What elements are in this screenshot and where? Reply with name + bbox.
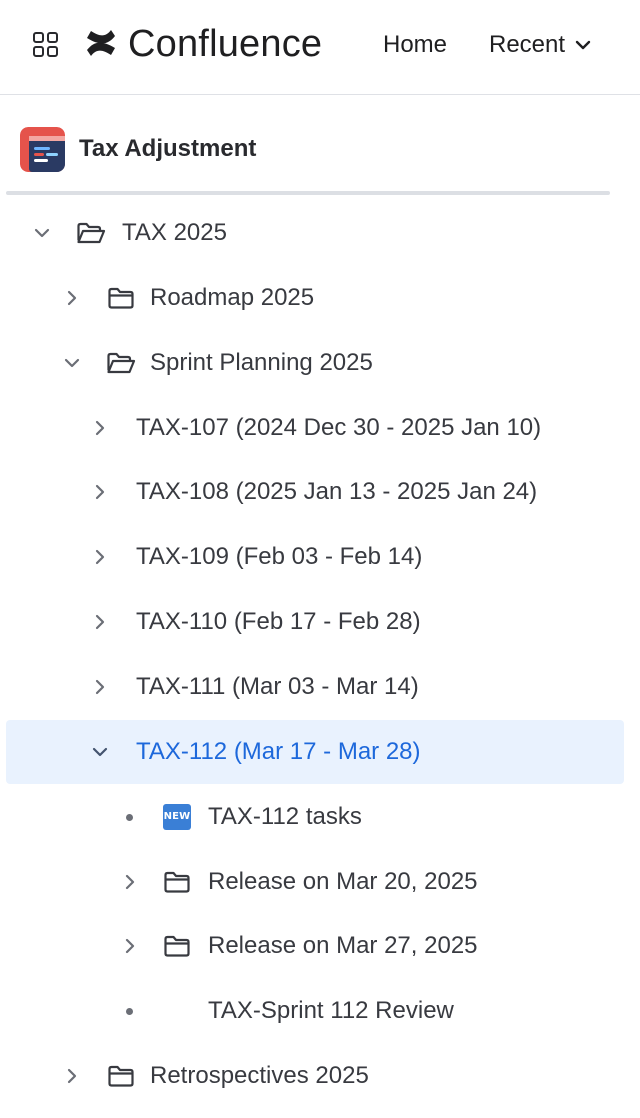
- folder-icon: [106, 284, 136, 312]
- tree-item-label: Release on Mar 20, 2025: [208, 867, 478, 895]
- tree-item[interactable]: NEW TAX-112 tasks: [6, 785, 624, 849]
- brand-name[interactable]: Confluence: [128, 22, 322, 66]
- tree-item-label: TAX 2025: [122, 219, 227, 246]
- chevron-right-icon[interactable]: [120, 936, 140, 956]
- chevron-down-icon: [575, 40, 591, 50]
- chevron-right-icon[interactable]: [90, 677, 110, 697]
- tree-item-label: TAX-Sprint 112 Review: [208, 997, 454, 1025]
- tree-item[interactable]: TAX 2025: [6, 201, 624, 265]
- tree-item-label: Sprint Planning 2025: [150, 348, 373, 376]
- folder-icon: [106, 1062, 136, 1090]
- chevron-down-icon[interactable]: [62, 353, 82, 373]
- tree-item[interactable]: Release on Mar 20, 2025: [6, 850, 624, 914]
- tree-item-label: TAX-112 (Mar 17 - Mar 28): [136, 737, 421, 765]
- space-title: Tax Adjustment: [79, 135, 257, 162]
- chevron-right-icon[interactable]: [62, 1066, 82, 1086]
- section-divider: [6, 191, 610, 195]
- bullet-icon: [126, 813, 133, 821]
- chevron-down-icon[interactable]: [32, 223, 52, 243]
- app-switcher-icon[interactable]: [33, 32, 59, 58]
- tree-item[interactable]: TAX-109 (Feb 03 - Feb 14): [6, 525, 624, 589]
- chevron-right-icon[interactable]: [62, 288, 82, 308]
- tree-item-label: TAX-112 tasks: [208, 802, 362, 830]
- tree-item[interactable]: TAX-112 (Mar 17 - Mar 28): [6, 719, 624, 784]
- chevron-right-icon[interactable]: [90, 612, 110, 632]
- tree-item[interactable]: TAX-108 (2025 Jan 13 - 2025 Jan 24): [6, 460, 624, 524]
- nav-home-link[interactable]: Home: [383, 30, 447, 60]
- tree-item-label: Roadmap 2025: [150, 283, 315, 311]
- tree-item-label: Retrospectives 2025: [150, 1062, 369, 1090]
- nav-recent-label: Recent: [489, 31, 566, 58]
- tree-item[interactable]: Sprint Planning 2025: [6, 331, 624, 395]
- tree-item[interactable]: TAX-111 (Mar 03 - Mar 14): [6, 655, 624, 719]
- folder-open-icon: [76, 219, 106, 247]
- nav-recent-dropdown[interactable]: Recent: [489, 30, 591, 60]
- tree-item-label: TAX-108 (2025 Jan 13 - 2025 Jan 24): [136, 478, 538, 506]
- tree-item[interactable]: TAX-110 (Feb 17 - Feb 28): [6, 590, 624, 654]
- new-emoji-icon: NEW: [162, 803, 192, 831]
- folder-icon: [162, 868, 192, 896]
- folder-icon: [162, 932, 192, 960]
- tree-item[interactable]: Retrospectives 2025: [6, 1044, 624, 1108]
- tree-item[interactable]: Release on Mar 27, 2025: [6, 914, 624, 978]
- chevron-right-icon[interactable]: [120, 872, 140, 892]
- chevron-right-icon[interactable]: [90, 418, 110, 438]
- tree-item[interactable]: Roadmap 2025: [6, 266, 624, 330]
- new-badge: NEW: [163, 803, 191, 830]
- bullet-icon: [126, 1008, 133, 1016]
- tree-item-label: TAX-107 (2024 Dec 30 - 2025 Jan 10): [136, 413, 542, 441]
- folder-open-icon: [106, 349, 136, 377]
- confluence-logo-icon[interactable]: [84, 26, 118, 60]
- tree-item-label: TAX-111 (Mar 03 - Mar 14): [136, 672, 419, 700]
- space-header[interactable]: Tax Adjustment: [20, 126, 256, 172]
- top-navigation-bar: Confluence Home Recent: [0, 0, 640, 95]
- chevron-right-icon[interactable]: [90, 482, 110, 502]
- space-avatar-icon: [20, 126, 65, 172]
- tree-item[interactable]: TAX-107 (2024 Dec 30 - 2025 Jan 10): [6, 396, 624, 460]
- tree-item-label: Release on Mar 27, 2025: [208, 932, 478, 960]
- tree-item-label: TAX-110 (Feb 17 - Feb 28): [136, 608, 421, 636]
- tree-item-label: TAX-109 (Feb 03 - Feb 14): [136, 543, 423, 571]
- chevron-right-icon[interactable]: [90, 547, 110, 567]
- tree-item[interactable]: TAX-Sprint 112 Review: [6, 979, 624, 1043]
- chevron-down-icon[interactable]: [90, 742, 110, 762]
